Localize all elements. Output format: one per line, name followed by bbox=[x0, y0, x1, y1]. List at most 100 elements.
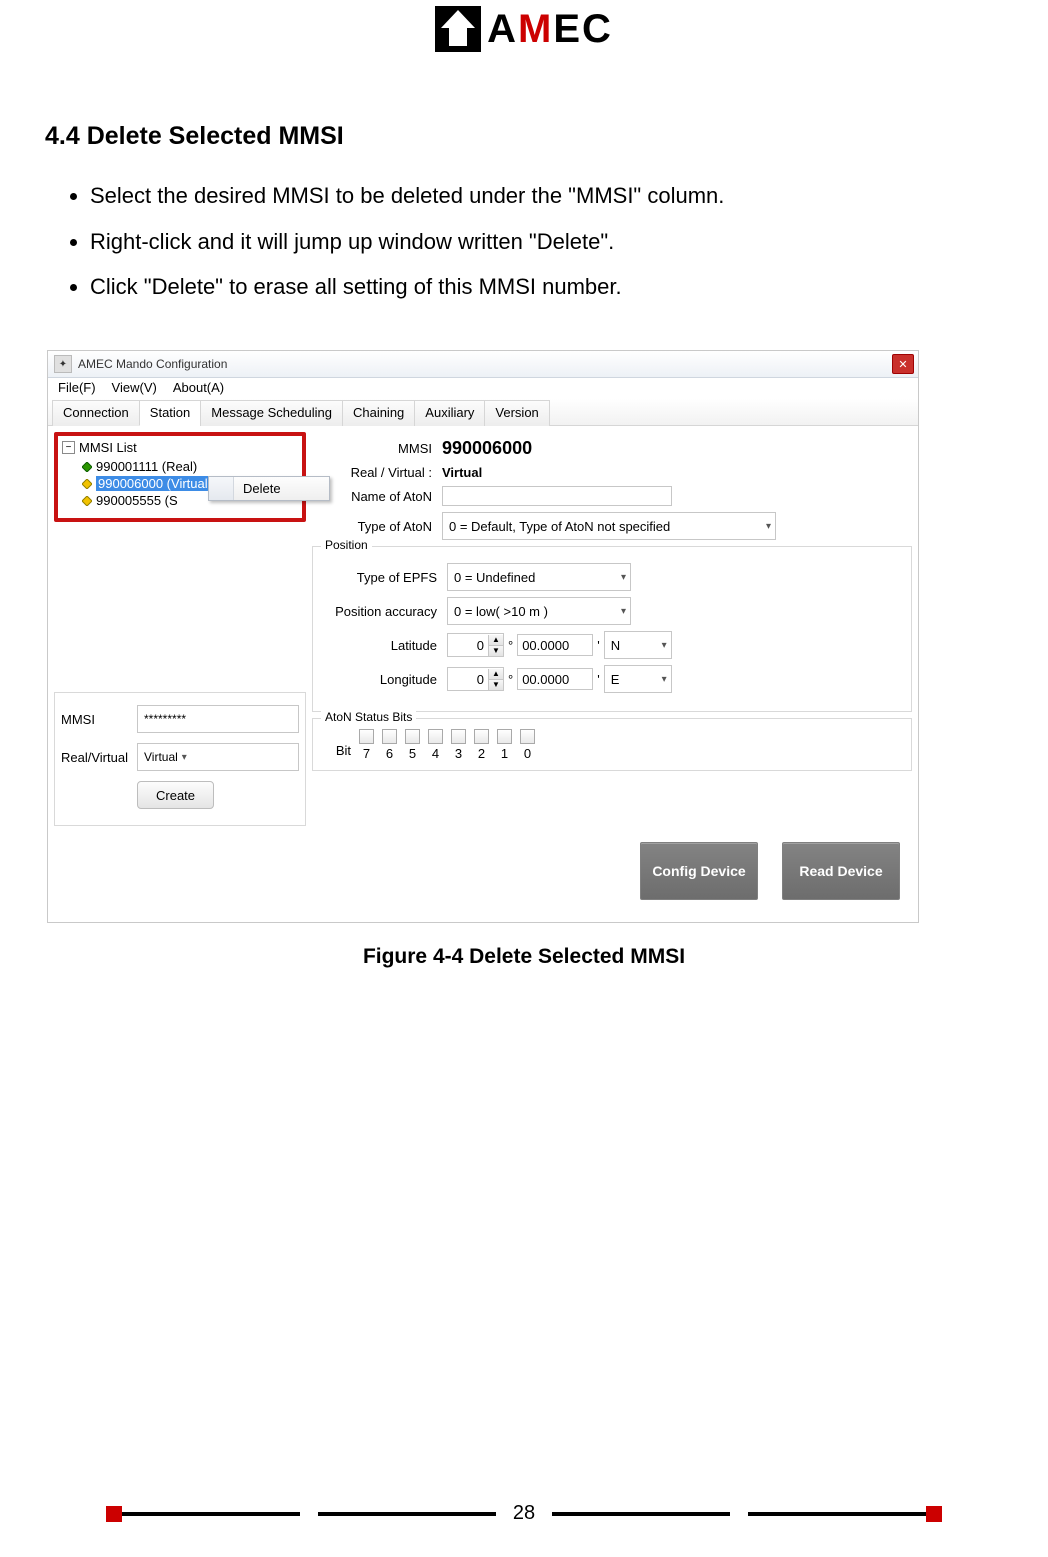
tab-message-scheduling[interactable]: Message Scheduling bbox=[200, 400, 343, 426]
mmsi-value: 990006000 bbox=[442, 438, 532, 459]
context-menu: Delete bbox=[208, 476, 330, 501]
degree-symbol: ° bbox=[508, 672, 513, 687]
page-header: A M EC bbox=[0, 0, 1048, 52]
bit5-checkbox[interactable] bbox=[405, 729, 420, 744]
bit6-checkbox[interactable] bbox=[382, 729, 397, 744]
bit-number: 1 bbox=[501, 746, 508, 761]
real-virtual-value: Virtual bbox=[442, 465, 482, 480]
create-rv-label: Real/Virtual bbox=[61, 750, 137, 765]
latitude-dir-value: N bbox=[611, 638, 620, 653]
create-mmsi-input[interactable]: ********* bbox=[137, 705, 299, 733]
bit-number: 2 bbox=[478, 746, 485, 761]
latitude-min-input[interactable]: 00.0000 bbox=[517, 634, 593, 656]
app-window: ✦ AMEC Mando Configuration ✕ File(F) Vie… bbox=[47, 350, 919, 923]
amec-logo: A M EC bbox=[435, 6, 613, 52]
spin-down-icon[interactable]: ▼ bbox=[489, 680, 503, 690]
bit3-checkbox[interactable] bbox=[451, 729, 466, 744]
longitude-deg-input[interactable] bbox=[448, 668, 488, 690]
bit0-checkbox[interactable] bbox=[520, 729, 535, 744]
position-accuracy-value: 0 = low( >10 m ) bbox=[454, 604, 548, 619]
logo-text: A M EC bbox=[487, 7, 613, 52]
close-button[interactable]: ✕ bbox=[892, 354, 914, 374]
degree-symbol: ° bbox=[508, 638, 513, 653]
bit-row-label: Bit bbox=[325, 743, 351, 758]
tree-item-label: 990006000 (Virtual) bbox=[96, 476, 214, 491]
position-accuracy-label: Position accuracy bbox=[317, 604, 447, 619]
red-square-icon bbox=[926, 1506, 942, 1522]
read-device-button[interactable]: Read Device bbox=[782, 842, 900, 900]
spin-down-icon[interactable]: ▼ bbox=[489, 646, 503, 656]
latitude-deg-spin[interactable]: ▲▼ bbox=[447, 633, 504, 657]
diamond-icon bbox=[82, 496, 92, 506]
spin-up-icon[interactable]: ▲ bbox=[489, 669, 503, 680]
minute-symbol: ' bbox=[597, 638, 599, 653]
tab-connection[interactable]: Connection bbox=[52, 400, 140, 426]
type-of-epfs-label: Type of EPFS bbox=[317, 570, 447, 585]
latitude-label: Latitude bbox=[317, 638, 447, 653]
type-of-epfs-select[interactable]: 0 = Undefined bbox=[447, 563, 631, 591]
bit-number: 4 bbox=[432, 746, 439, 761]
create-panel: MMSI ********* Real/Virtual Virtual ▾ Cr… bbox=[54, 692, 306, 826]
menu-file[interactable]: File(F) bbox=[58, 380, 96, 395]
longitude-dir-value: E bbox=[611, 672, 620, 687]
type-of-aton-label: Type of AtoN bbox=[312, 519, 442, 534]
position-accuracy-select[interactable]: 0 = low( >10 m ) bbox=[447, 597, 631, 625]
tab-version[interactable]: Version bbox=[484, 400, 549, 426]
section-heading: 4.4 Delete Selected MMSI bbox=[45, 122, 1048, 151]
logo-letter: EC bbox=[553, 7, 613, 52]
create-mmsi-label: MMSI bbox=[61, 712, 137, 727]
house-icon bbox=[435, 6, 481, 52]
spin-up-icon[interactable]: ▲ bbox=[489, 635, 503, 646]
menu-view[interactable]: View(V) bbox=[112, 380, 157, 395]
bit1-checkbox[interactable] bbox=[497, 729, 512, 744]
bit-number: 0 bbox=[524, 746, 531, 761]
tree-item[interactable]: 990001111 (Real) bbox=[82, 459, 298, 474]
create-rv-select[interactable]: Virtual ▾ bbox=[137, 743, 299, 771]
tree-collapse-icon[interactable]: − bbox=[62, 441, 75, 454]
tab-station[interactable]: Station bbox=[139, 400, 201, 426]
logo-letter: A bbox=[487, 7, 518, 52]
status-bits-group: AtoN Status Bits 7 6 5 4 3 2 1 0 Bit bbox=[312, 718, 912, 771]
type-of-aton-value: 0 = Default, Type of AtoN not specified bbox=[449, 519, 670, 534]
page-footer: 28 bbox=[0, 1502, 1048, 1525]
tab-auxiliary[interactable]: Auxiliary bbox=[414, 400, 485, 426]
bit-number: 7 bbox=[363, 746, 370, 761]
name-of-aton-input[interactable] bbox=[442, 486, 672, 506]
latitude-dir-select[interactable]: N bbox=[604, 631, 672, 659]
context-menu-delete[interactable]: Delete bbox=[209, 477, 329, 500]
status-bits-legend: AtoN Status Bits bbox=[321, 710, 416, 724]
latitude-deg-input[interactable] bbox=[448, 634, 488, 656]
instruction-list: Select the desired MMSI to be deleted un… bbox=[70, 181, 1048, 302]
tabbar: Connection Station Message Scheduling Ch… bbox=[48, 399, 918, 426]
minute-symbol: ' bbox=[597, 672, 599, 687]
chevron-down-icon: ▾ bbox=[182, 752, 187, 763]
red-square-icon bbox=[106, 1506, 122, 1522]
longitude-dir-select[interactable]: E bbox=[604, 665, 672, 693]
real-virtual-label: Real / Virtual : bbox=[312, 465, 442, 480]
name-of-aton-label: Name of AtoN bbox=[312, 489, 442, 504]
instruction-item: Select the desired MMSI to be deleted un… bbox=[90, 181, 1048, 211]
bit2-checkbox[interactable] bbox=[474, 729, 489, 744]
bit4-checkbox[interactable] bbox=[428, 729, 443, 744]
mmsi-list-tree: − MMSI List 990001111 (Real) 990006000 (… bbox=[54, 432, 306, 522]
bit7-checkbox[interactable] bbox=[359, 729, 374, 744]
bit-number: 6 bbox=[386, 746, 393, 761]
longitude-deg-spin[interactable]: ▲▼ bbox=[447, 667, 504, 691]
config-device-button[interactable]: Config Device bbox=[640, 842, 758, 900]
tree-root-label: MMSI List bbox=[79, 440, 137, 455]
figure-caption: Figure 4-4 Delete Selected MMSI bbox=[0, 945, 1048, 969]
detail-form: MMSI 990006000 Real / Virtual : Virtual … bbox=[312, 432, 912, 826]
diamond-icon bbox=[82, 479, 92, 489]
tab-chaining[interactable]: Chaining bbox=[342, 400, 415, 426]
logo-letter-red: M bbox=[518, 7, 553, 52]
type-of-epfs-value: 0 = Undefined bbox=[454, 570, 535, 585]
tree-item-label: 990001111 (Real) bbox=[96, 459, 197, 474]
titlebar: ✦ AMEC Mando Configuration ✕ bbox=[48, 351, 918, 378]
menu-about[interactable]: About(A) bbox=[173, 380, 224, 395]
tree-item-label: 990005555 (S bbox=[96, 493, 178, 508]
create-button[interactable]: Create bbox=[137, 781, 214, 809]
instruction-item: Right-click and it will jump up window w… bbox=[90, 227, 1048, 257]
longitude-min-input[interactable]: 00.0000 bbox=[517, 668, 593, 690]
window-title: AMEC Mando Configuration bbox=[78, 357, 227, 371]
type-of-aton-select[interactable]: 0 = Default, Type of AtoN not specified bbox=[442, 512, 776, 540]
